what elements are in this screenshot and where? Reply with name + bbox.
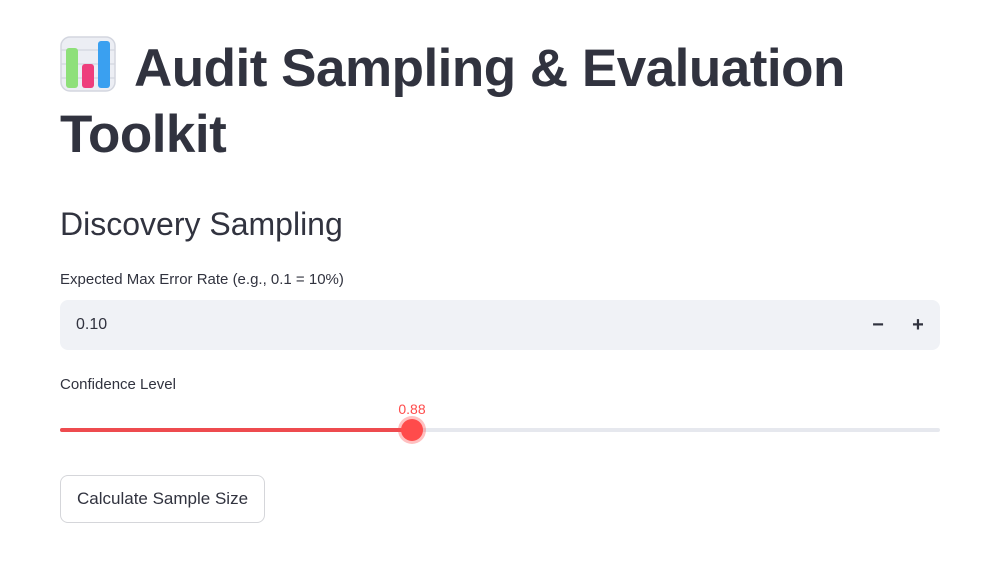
calculate-sample-size-button[interactable]: Calculate Sample Size [60,475,266,523]
slider-fill [60,428,412,432]
page-title-text: Audit Sampling & Evaluation Toolkit [60,39,845,164]
bar-chart-icon [60,36,116,92]
page-title: Audit Sampling & Evaluation Toolkit [60,36,940,168]
confidence-slider[interactable]: 0.88 [60,400,940,441]
decrement-button[interactable]: − [858,300,898,350]
error-rate-field[interactable] [60,299,858,351]
confidence-level-label: Confidence Level [60,376,176,393]
slider-track[interactable] [60,428,940,432]
error-rate-number-input: − + [60,299,940,351]
slider-value-label: 0.88 [398,401,426,417]
slider-thumb[interactable] [401,419,423,441]
increment-button[interactable]: + [898,300,938,350]
error-rate-label: Expected Max Error Rate (e.g., 0.1 = 10%… [60,271,344,288]
discovery-sampling-header: Discovery Sampling [60,206,343,242]
